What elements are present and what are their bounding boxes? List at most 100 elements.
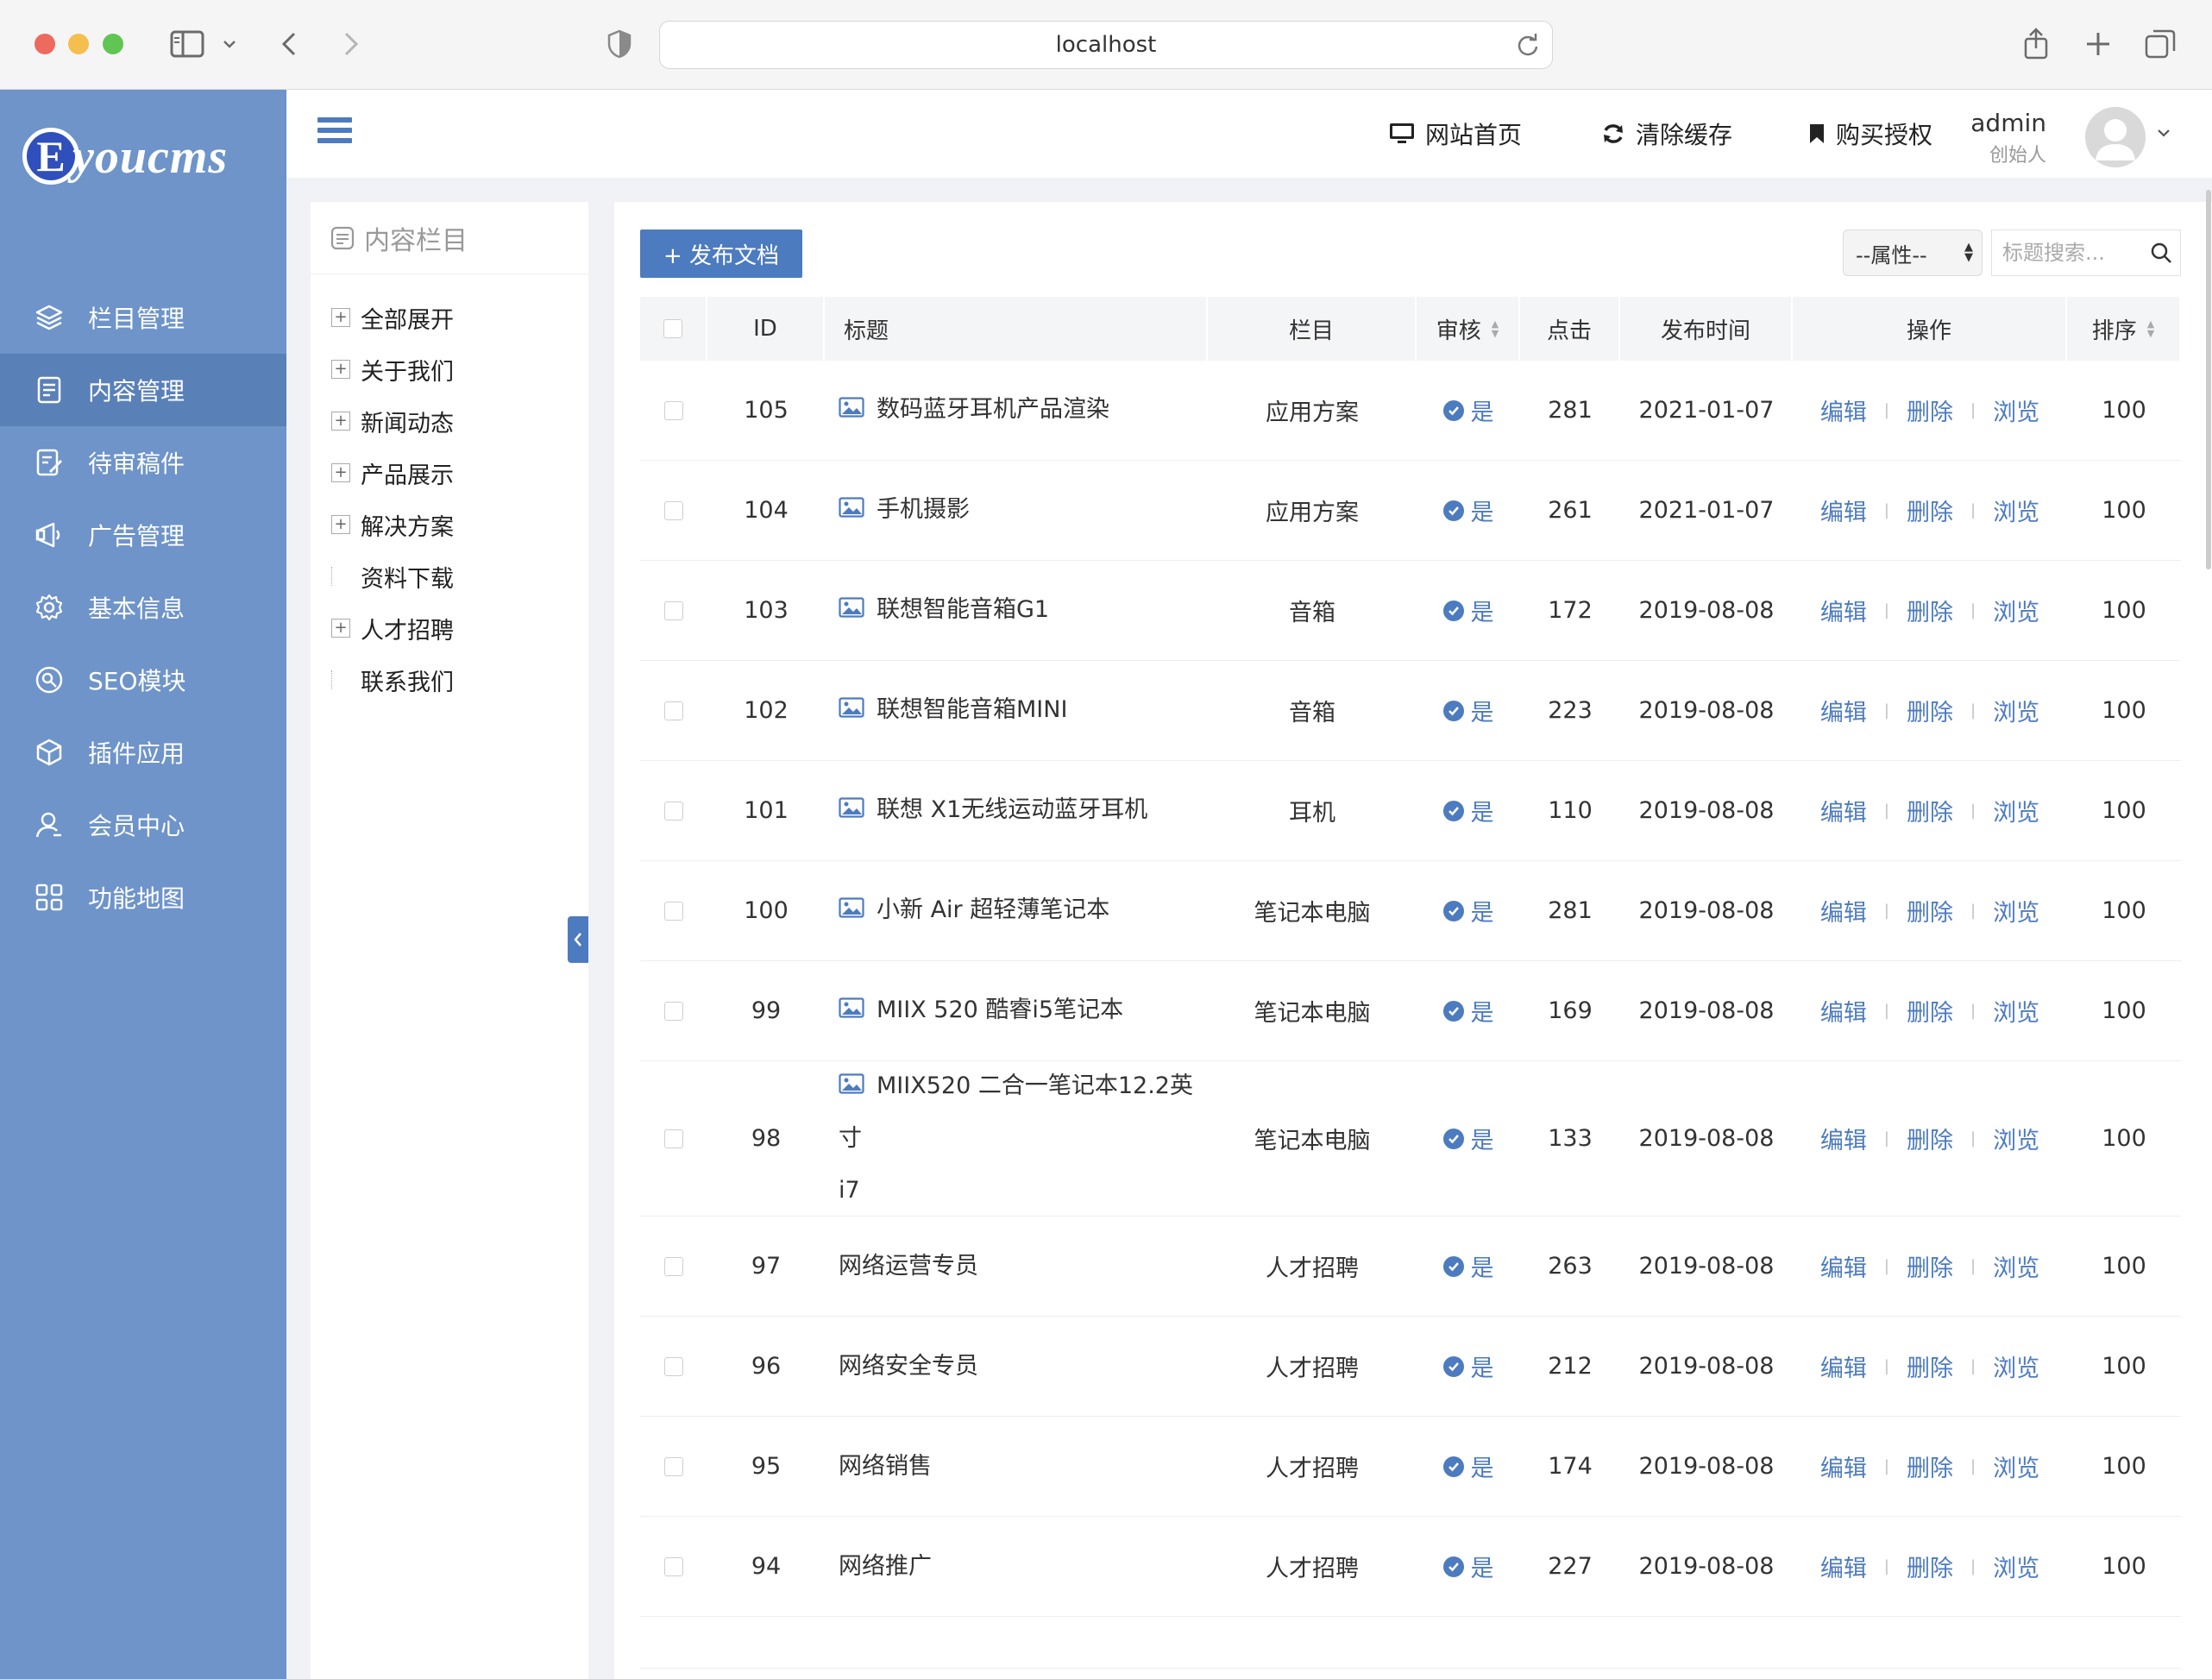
sidebar-toggle-icon[interactable] bbox=[166, 24, 209, 64]
edit-link[interactable]: 编辑 bbox=[1820, 1449, 1867, 1483]
row-sort[interactable]: 100 bbox=[2067, 797, 2181, 824]
view-link[interactable]: 浏览 bbox=[1993, 393, 2039, 427]
forward-icon[interactable] bbox=[338, 24, 364, 64]
sort-icon[interactable]: ▲ ▼ bbox=[2147, 319, 2154, 338]
row-title-text[interactable]: MIIX520 二合一笔记本12.2英寸 bbox=[839, 1072, 1193, 1152]
row-audit[interactable]: 是 bbox=[1417, 1249, 1520, 1283]
row-audit[interactable]: 是 bbox=[1417, 393, 1520, 427]
tree-item-contact[interactable]: 联系我们 bbox=[311, 654, 588, 706]
edit-link[interactable]: 编辑 bbox=[1820, 1349, 1867, 1383]
row-checkbox[interactable] bbox=[664, 1456, 683, 1476]
row-title[interactable]: 网络运营专员 bbox=[839, 1241, 978, 1292]
plus-icon[interactable]: + bbox=[331, 619, 350, 638]
header-audit[interactable]: 审核 ▲ ▼ bbox=[1417, 297, 1520, 361]
clear-cache-link[interactable]: 清除缓存 bbox=[1601, 112, 1732, 155]
tree-item-products[interactable]: + 产品展示 bbox=[311, 447, 588, 499]
delete-link[interactable]: 删除 bbox=[1907, 1550, 1953, 1583]
row-title-cell[interactable]: 网络运营专员 bbox=[825, 1241, 1208, 1292]
row-title-text[interactable]: MIIX 520 酷睿i5笔记本 bbox=[877, 997, 1123, 1023]
row-title[interactable]: 小新 Air 超轻薄笔记本 bbox=[839, 884, 1109, 937]
row-sort[interactable]: 100 bbox=[2067, 697, 2181, 724]
plus-icon[interactable]: + bbox=[331, 463, 350, 482]
row-checkbox[interactable] bbox=[664, 1256, 683, 1276]
row-title-cell[interactable]: 联想智能音箱G1 bbox=[825, 584, 1208, 637]
edit-link[interactable]: 编辑 bbox=[1820, 894, 1867, 928]
delete-link[interactable]: 删除 bbox=[1907, 594, 1953, 627]
publish-document-button[interactable]: + 发布文档 bbox=[640, 230, 802, 278]
view-link[interactable]: 浏览 bbox=[1993, 794, 2039, 827]
tree-item-about[interactable]: + 关于我们 bbox=[311, 343, 588, 395]
view-link[interactable]: 浏览 bbox=[1993, 594, 2039, 627]
plus-icon[interactable]: + bbox=[331, 308, 350, 327]
row-sort[interactable]: 100 bbox=[2067, 1353, 2181, 1380]
row-title-text[interactable]: 手机摄影 bbox=[877, 496, 970, 523]
row-sort[interactable]: 100 bbox=[2067, 597, 2181, 624]
row-title-text[interactable]: 网络运营专员 bbox=[839, 1253, 978, 1280]
row-title-text-cont[interactable]: i7 bbox=[839, 1177, 860, 1204]
view-link[interactable]: 浏览 bbox=[1993, 994, 2039, 1028]
edit-link[interactable]: 编辑 bbox=[1820, 393, 1867, 427]
zoom-window-button[interactable] bbox=[103, 34, 123, 54]
tree-item-news[interactable]: + 新闻动态 bbox=[311, 395, 588, 447]
row-title[interactable]: 数码蓝牙耳机产品渲染 bbox=[839, 384, 1109, 437]
row-checkbox[interactable] bbox=[664, 1129, 683, 1148]
sidebar-item-pending[interactable]: 待审稿件 bbox=[0, 426, 286, 499]
edit-link[interactable]: 编辑 bbox=[1820, 1249, 1867, 1283]
row-audit[interactable]: 是 bbox=[1417, 594, 1520, 627]
minimize-window-button[interactable] bbox=[68, 34, 89, 54]
view-link[interactable]: 浏览 bbox=[1993, 1449, 2039, 1483]
close-window-button[interactable] bbox=[35, 34, 55, 54]
row-audit[interactable]: 是 bbox=[1417, 1122, 1520, 1155]
row-sort[interactable]: 100 bbox=[2067, 1125, 2181, 1152]
delete-link[interactable]: 删除 bbox=[1907, 794, 1953, 827]
row-audit[interactable]: 是 bbox=[1417, 494, 1520, 527]
row-title[interactable]: 联想智能音箱MINI bbox=[839, 684, 1067, 737]
plus-icon[interactable]: + bbox=[331, 412, 350, 431]
sidebar-item-plugins[interactable]: 插件应用 bbox=[0, 716, 286, 789]
row-sort[interactable]: 100 bbox=[2067, 897, 2181, 924]
delete-link[interactable]: 删除 bbox=[1907, 894, 1953, 928]
sidebar-item-seo[interactable]: SEO模块 bbox=[0, 644, 286, 716]
tree-item-expand-all[interactable]: + 全部展开 bbox=[311, 292, 588, 343]
select-all-checkbox[interactable] bbox=[663, 319, 682, 338]
row-checkbox[interactable] bbox=[664, 1556, 683, 1576]
edit-link[interactable]: 编辑 bbox=[1820, 594, 1867, 627]
row-audit[interactable]: 是 bbox=[1417, 894, 1520, 928]
row-audit[interactable]: 是 bbox=[1417, 794, 1520, 827]
row-title-text[interactable]: 网络推广 bbox=[839, 1553, 932, 1580]
row-checkbox[interactable] bbox=[664, 801, 683, 821]
back-icon[interactable] bbox=[276, 24, 302, 64]
sidebar-item-basic-info[interactable]: 基本信息 bbox=[0, 571, 286, 644]
row-title-cell[interactable]: 手机摄影 bbox=[825, 484, 1208, 537]
delete-link[interactable]: 删除 bbox=[1907, 1122, 1953, 1155]
sort-icon[interactable]: ▲ ▼ bbox=[1492, 319, 1499, 338]
row-audit[interactable]: 是 bbox=[1417, 1550, 1520, 1583]
row-checkbox[interactable] bbox=[664, 1356, 683, 1376]
row-title-cell[interactable]: 联想智能音箱MINI bbox=[825, 684, 1208, 737]
row-checkbox[interactable] bbox=[664, 601, 683, 620]
row-title[interactable]: 手机摄影 bbox=[839, 484, 970, 537]
row-title-text[interactable]: 小新 Air 超轻薄笔记本 bbox=[877, 896, 1109, 923]
row-title[interactable]: 网络推广 bbox=[839, 1541, 932, 1593]
delete-link[interactable]: 删除 bbox=[1907, 1449, 1953, 1483]
search-icon[interactable] bbox=[2150, 242, 2172, 267]
buy-license-link[interactable]: 购买授权 bbox=[1808, 112, 1932, 155]
row-sort[interactable]: 100 bbox=[2067, 1553, 2181, 1580]
row-sort[interactable]: 100 bbox=[2067, 997, 2181, 1024]
tree-item-jobs[interactable]: + 人才招聘 bbox=[311, 602, 588, 654]
row-title-cell[interactable]: 网络推广 bbox=[825, 1541, 1208, 1593]
eyoucms-logo[interactable]: E youcms bbox=[22, 124, 281, 202]
delete-link[interactable]: 删除 bbox=[1907, 1249, 1953, 1283]
row-checkbox[interactable] bbox=[664, 400, 683, 420]
row-audit[interactable]: 是 bbox=[1417, 994, 1520, 1028]
edit-link[interactable]: 编辑 bbox=[1820, 494, 1867, 527]
view-link[interactable]: 浏览 bbox=[1993, 894, 2039, 928]
row-title[interactable]: 联想智能音箱G1 bbox=[839, 584, 1049, 637]
menu-toggle-icon[interactable] bbox=[317, 117, 352, 150]
delete-link[interactable]: 删除 bbox=[1907, 694, 1953, 727]
delete-link[interactable]: 删除 bbox=[1907, 393, 1953, 427]
view-link[interactable]: 浏览 bbox=[1993, 1122, 2039, 1155]
row-title[interactable]: 网络安全专员 bbox=[839, 1341, 978, 1393]
privacy-shield-icon[interactable] bbox=[604, 24, 635, 64]
row-title-text[interactable]: 网络销售 bbox=[839, 1453, 932, 1480]
